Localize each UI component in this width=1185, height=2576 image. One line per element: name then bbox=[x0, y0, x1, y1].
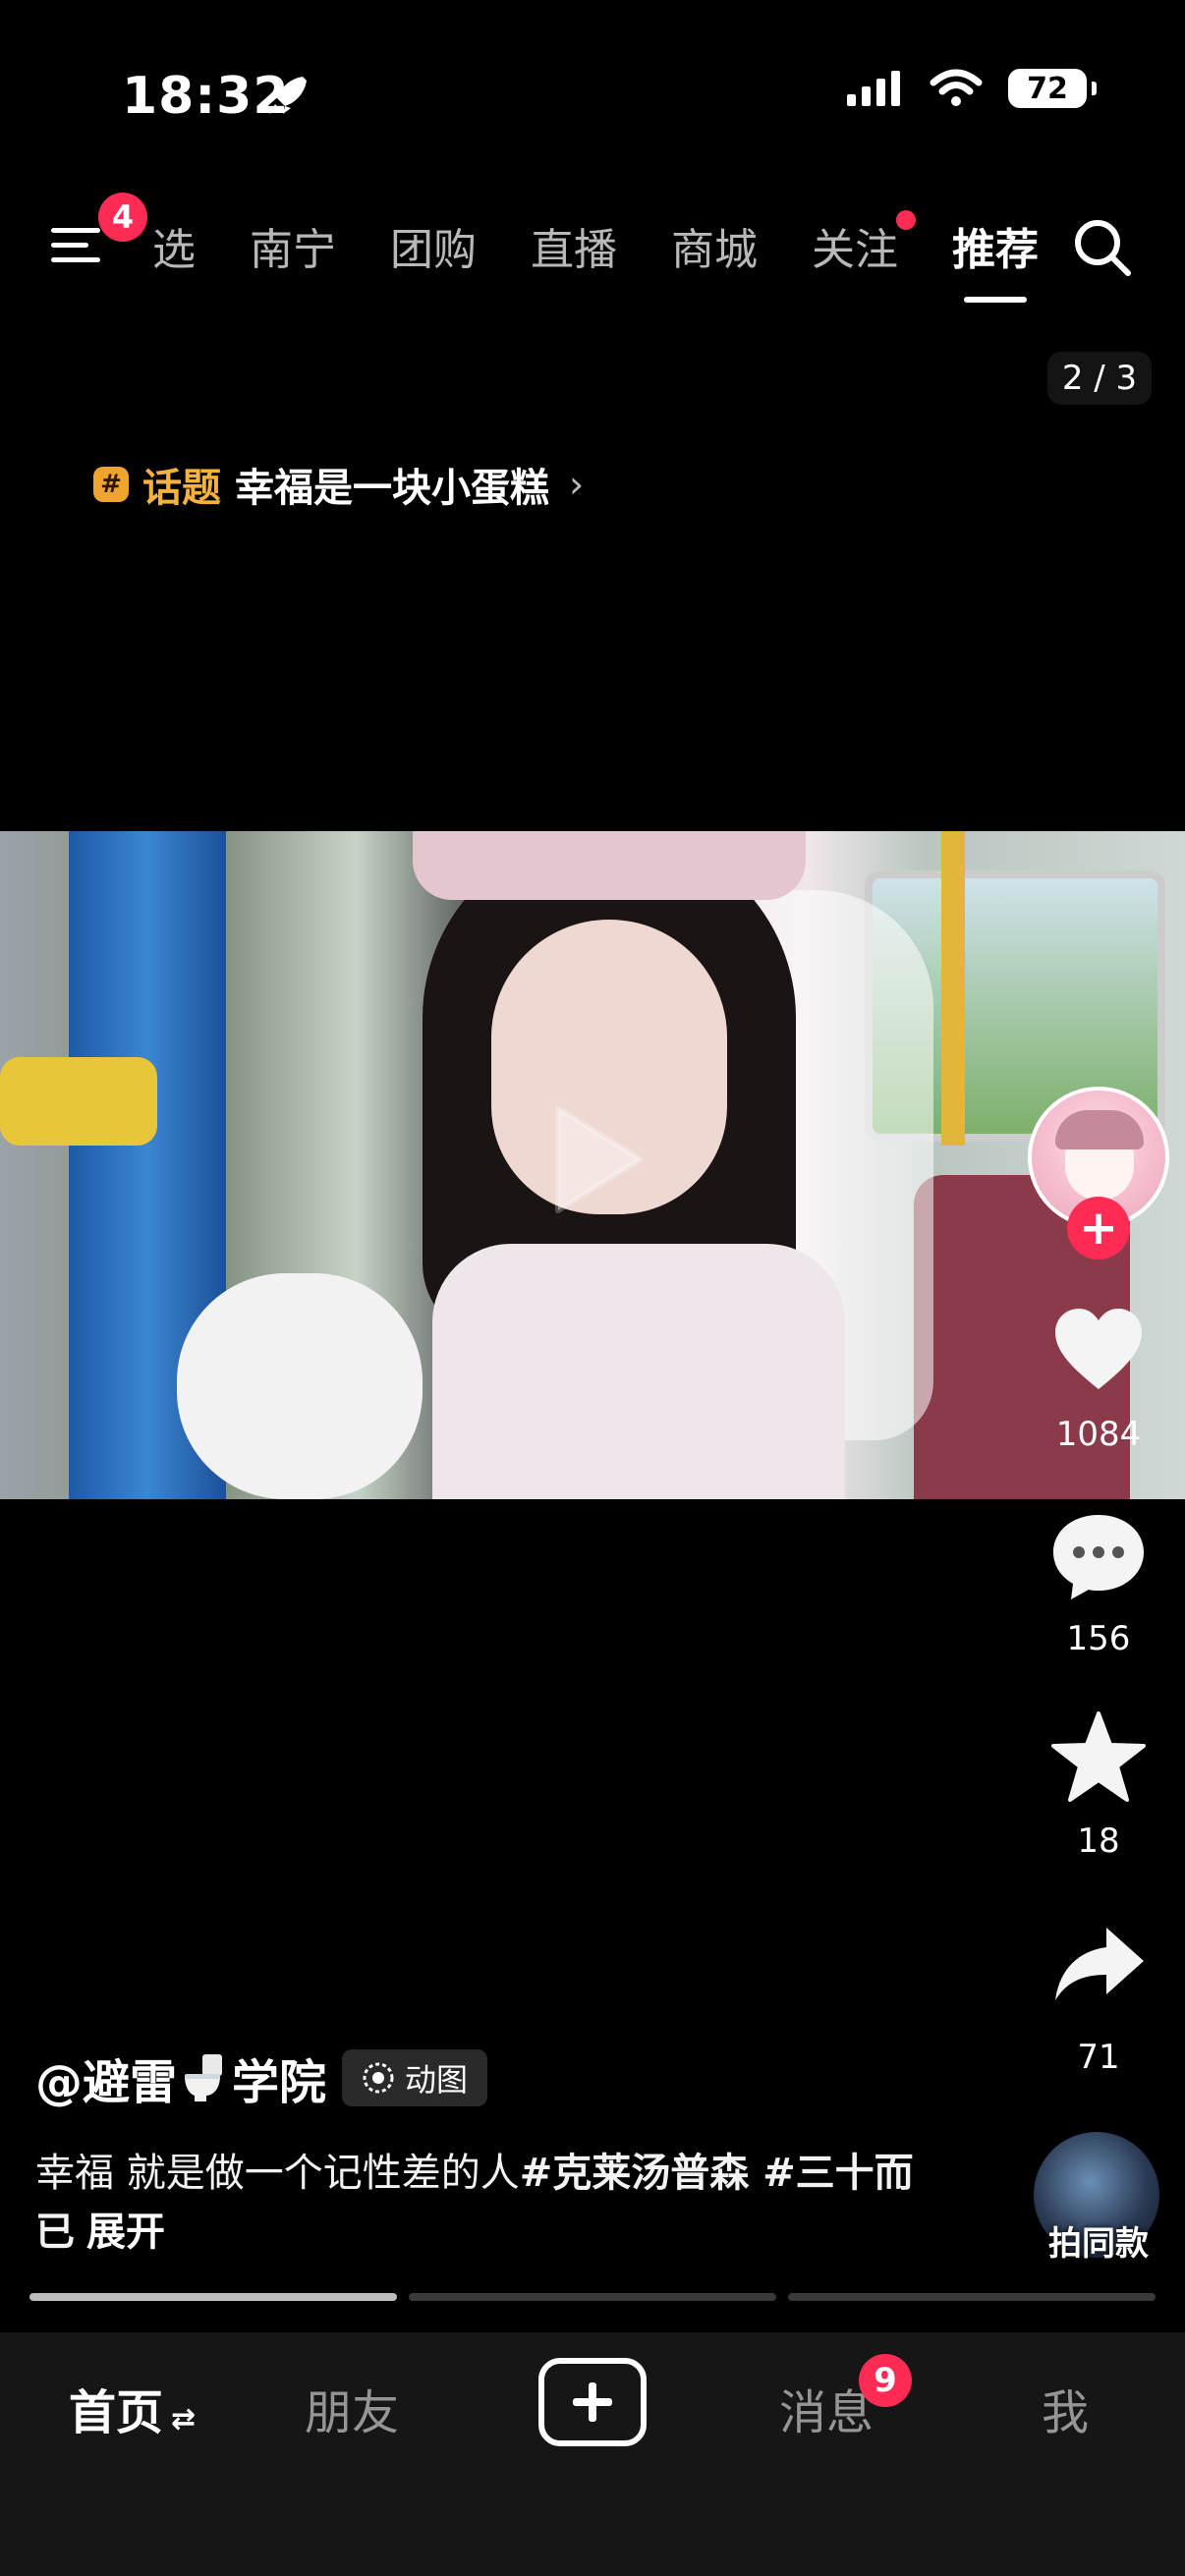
search-icon[interactable] bbox=[1071, 216, 1134, 279]
gif-badge: 动图 bbox=[342, 2049, 488, 2106]
topic-link[interactable]: # 话题 幸福是一块小蛋糕 › bbox=[93, 456, 584, 513]
wifi-icon bbox=[930, 69, 983, 106]
hashtag-icon: # bbox=[93, 467, 129, 502]
comment-icon[interactable] bbox=[1049, 1507, 1148, 1605]
battery-icon: 72 bbox=[1008, 69, 1097, 108]
heart-icon[interactable] bbox=[1049, 1303, 1148, 1401]
expand-button[interactable]: 展开 bbox=[86, 2210, 165, 2255]
messages-badge: 9 bbox=[859, 2354, 912, 2407]
nav-friends[interactable]: 朋友 bbox=[305, 2374, 399, 2442]
bus-handrail bbox=[0, 1057, 157, 1146]
carousel-progress bbox=[29, 2293, 1156, 2301]
rocket-icon bbox=[269, 77, 307, 114]
hashtag-link[interactable]: #克莱汤普森 bbox=[520, 2151, 750, 2196]
nav-home[interactable]: 首页 ⇄ bbox=[69, 2374, 196, 2442]
play-icon[interactable] bbox=[511, 1081, 668, 1238]
chevron-right-icon: › bbox=[569, 463, 585, 506]
progress-segment bbox=[409, 2293, 776, 2301]
share-count: 71 bbox=[1077, 2038, 1120, 2077]
toilet-icon bbox=[185, 2054, 223, 2101]
signal-icon bbox=[847, 71, 900, 106]
favorite-count: 18 bbox=[1077, 1821, 1120, 1861]
bus-pole bbox=[941, 831, 965, 1146]
nav-me[interactable]: 我 bbox=[1042, 2374, 1089, 2442]
post-caption[interactable]: 幸福 就是做一个记性差的人#克莱汤普森 #三十而已 展开 bbox=[35, 2144, 920, 2262]
create-button[interactable] bbox=[538, 2358, 647, 2446]
dress bbox=[432, 1244, 845, 1499]
author-name[interactable]: @避雷 学院 bbox=[35, 2044, 326, 2112]
topic-label: 话题 bbox=[142, 466, 221, 511]
top-tabs: 选 南宁 团购 直播 商城 关注 推荐 bbox=[152, 210, 1093, 303]
image-pager: 2 / 3 bbox=[1047, 352, 1152, 405]
same-style-label[interactable]: 拍同款 bbox=[1030, 2216, 1167, 2265]
caption-text: 幸福 就是做一个记性差的人 bbox=[35, 2151, 520, 2196]
menu-icon[interactable] bbox=[49, 218, 104, 273]
tab-nanning[interactable]: 南宁 bbox=[250, 214, 336, 277]
animated-image-icon bbox=[363, 2062, 394, 2094]
follow-button[interactable]: + bbox=[1067, 1197, 1130, 1260]
status-icons: 72 bbox=[845, 69, 1097, 108]
topic-name: 幸福是一块小蛋糕 bbox=[235, 466, 549, 511]
favorite-star-icon[interactable] bbox=[1049, 1709, 1148, 1808]
tab-live[interactable]: 直播 bbox=[531, 214, 617, 277]
tab-mall[interactable]: 商城 bbox=[671, 214, 758, 277]
plus-icon bbox=[573, 2382, 612, 2422]
progress-segment bbox=[788, 2293, 1156, 2301]
like-count: 1084 bbox=[1055, 1415, 1142, 1454]
bonnet bbox=[413, 831, 806, 900]
menu-badge: 4 bbox=[98, 193, 147, 242]
tab-following-dot bbox=[896, 210, 916, 230]
author-row: @避雷 学院 动图 bbox=[35, 2044, 488, 2112]
sleeve bbox=[177, 1273, 423, 1499]
comment-count: 156 bbox=[1066, 1619, 1131, 1658]
battery-level: 72 bbox=[1027, 71, 1068, 106]
tab-following[interactable]: 关注 bbox=[812, 210, 916, 277]
progress-segment bbox=[29, 2293, 397, 2301]
tab-group-buy[interactable]: 团购 bbox=[390, 214, 477, 277]
tab-select[interactable]: 选 bbox=[152, 214, 196, 277]
share-icon[interactable] bbox=[1049, 1918, 1148, 2016]
tab-recommend[interactable]: 推荐 bbox=[952, 214, 1039, 303]
refresh-arrows-icon: ⇄ bbox=[171, 2402, 197, 2436]
